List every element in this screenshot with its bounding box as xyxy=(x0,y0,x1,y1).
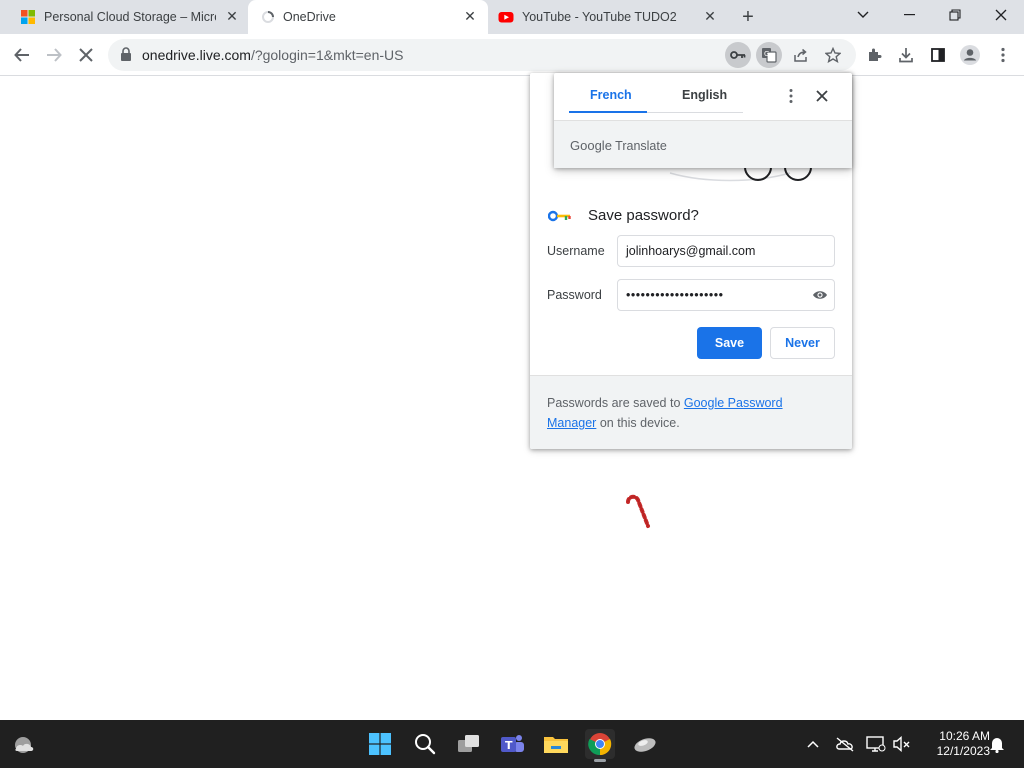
svg-text:T: T xyxy=(505,739,513,752)
clock-date: 12/1/2023 xyxy=(936,744,990,758)
password-field[interactable]: •••••••••••••••••••• xyxy=(617,279,835,311)
tab-search-icon[interactable] xyxy=(840,0,886,30)
new-tab-button[interactable]: + xyxy=(738,7,758,27)
taskbar-clock[interactable]: 10:26 AM 12/1/2023 xyxy=(918,729,990,759)
close-tab-icon[interactable]: ✕ xyxy=(462,8,478,24)
tab-personal-cloud-storage[interactable]: Personal Cloud Storage – Micros ✕ xyxy=(0,0,248,34)
google-wordmark: Google xyxy=(570,138,612,153)
onedrive-tray-icon[interactable] xyxy=(835,734,855,754)
windows-taskbar: T 10:26 AM 12/1/2023 xyxy=(0,720,1024,768)
show-password-eye-icon[interactable] xyxy=(812,288,828,302)
windows-start-icon[interactable] xyxy=(365,729,395,759)
weather-widget-icon[interactable] xyxy=(8,729,38,759)
share-icon[interactable] xyxy=(788,42,814,68)
google-translate-brand: Google Translate xyxy=(570,138,667,153)
close-window-icon[interactable] xyxy=(978,0,1024,30)
mouse-app-icon[interactable] xyxy=(630,729,660,759)
loading-spinner-icon xyxy=(262,11,274,23)
close-tab-icon[interactable]: ✕ xyxy=(702,8,718,24)
teams-icon[interactable]: T xyxy=(497,729,527,759)
active-app-indicator xyxy=(594,759,606,762)
username-field[interactable]: jolinhoarys@gmail.com xyxy=(617,235,835,267)
microsoft-icon xyxy=(21,10,35,24)
side-panel-icon[interactable] xyxy=(925,42,951,68)
translate-footer: Google Translate xyxy=(554,120,852,168)
close-tab-icon[interactable]: ✕ xyxy=(224,8,240,24)
translate-icon[interactable]: G xyxy=(756,42,782,68)
password-label: Password xyxy=(547,288,602,302)
save-password-title: Save password? xyxy=(588,207,699,224)
download-icon[interactable] xyxy=(893,42,919,68)
search-icon[interactable] xyxy=(410,729,440,759)
task-view-icon[interactable] xyxy=(454,729,484,759)
password-key-icon xyxy=(548,210,571,221)
stop-loading-icon[interactable] xyxy=(73,42,99,68)
tab-french[interactable]: French xyxy=(590,88,632,102)
network-icon[interactable] xyxy=(866,734,886,754)
profile-avatar-icon[interactable] xyxy=(957,42,983,68)
save-password-header: Save password? xyxy=(548,207,699,224)
lock-icon[interactable] xyxy=(120,47,132,62)
extensions-icon[interactable] xyxy=(861,42,887,68)
url-text[interactable]: onedrive.live.com/?gologin=1&mkt=en-US xyxy=(142,47,403,63)
more-options-icon[interactable] xyxy=(782,87,800,105)
show-hidden-icons-chevron-icon[interactable] xyxy=(803,734,823,754)
close-icon[interactable] xyxy=(813,87,831,105)
footer-text-suffix: on this device. xyxy=(596,416,680,430)
file-explorer-icon[interactable] xyxy=(541,729,571,759)
footer-text: Passwords are saved to xyxy=(547,396,684,410)
forward-icon[interactable] xyxy=(41,42,67,68)
translate-language-tabs: French English xyxy=(569,73,743,113)
save-button[interactable]: Save xyxy=(697,327,762,359)
translate-bubble: French English Google Translate xyxy=(554,73,852,168)
volume-muted-icon[interactable] xyxy=(892,734,912,754)
minimize-icon[interactable] xyxy=(886,0,932,30)
selected-tab-indicator xyxy=(569,111,647,113)
youtube-icon xyxy=(498,12,514,23)
url-path: /?gologin=1&mkt=en-US xyxy=(250,47,404,63)
username-label: Username xyxy=(547,244,605,258)
clock-time: 10:26 AM xyxy=(939,729,990,743)
tab-youtube[interactable]: YouTube - YouTube TUDO2 ✕ xyxy=(488,0,728,34)
restore-icon[interactable] xyxy=(932,0,978,30)
translate-wordmark: Translate xyxy=(615,139,667,153)
chrome-taskbar-icon[interactable] xyxy=(585,729,615,762)
tab-strip: Personal Cloud Storage – Micros ✕ OneDri… xyxy=(0,0,1024,34)
key-icon[interactable] xyxy=(725,42,751,68)
notification-bell-icon[interactable] xyxy=(987,734,1007,754)
tab-title: OneDrive xyxy=(283,10,336,24)
candy-cane-cursor-icon xyxy=(626,494,650,528)
tab-onedrive[interactable]: OneDrive ✕ xyxy=(248,0,488,34)
svg-text:G: G xyxy=(764,50,769,58)
bookmark-star-icon[interactable] xyxy=(820,42,846,68)
tab-title: Personal Cloud Storage – Micros xyxy=(44,10,216,24)
back-icon[interactable] xyxy=(9,42,35,68)
never-button[interactable]: Never xyxy=(770,327,835,359)
save-password-footer: Passwords are saved to Google Password M… xyxy=(530,375,852,449)
url-host: onedrive.live.com xyxy=(142,47,251,63)
password-mask: •••••••••••••••••••• xyxy=(626,288,724,302)
address-bar[interactable]: onedrive.live.com/?gologin=1&mkt=en-US G xyxy=(108,39,856,71)
tab-english[interactable]: English xyxy=(682,88,727,102)
browser-toolbar: onedrive.live.com/?gologin=1&mkt=en-US G xyxy=(0,34,1024,76)
tab-title: YouTube - YouTube TUDO2 xyxy=(522,10,677,24)
chrome-menu-icon[interactable] xyxy=(990,42,1016,68)
